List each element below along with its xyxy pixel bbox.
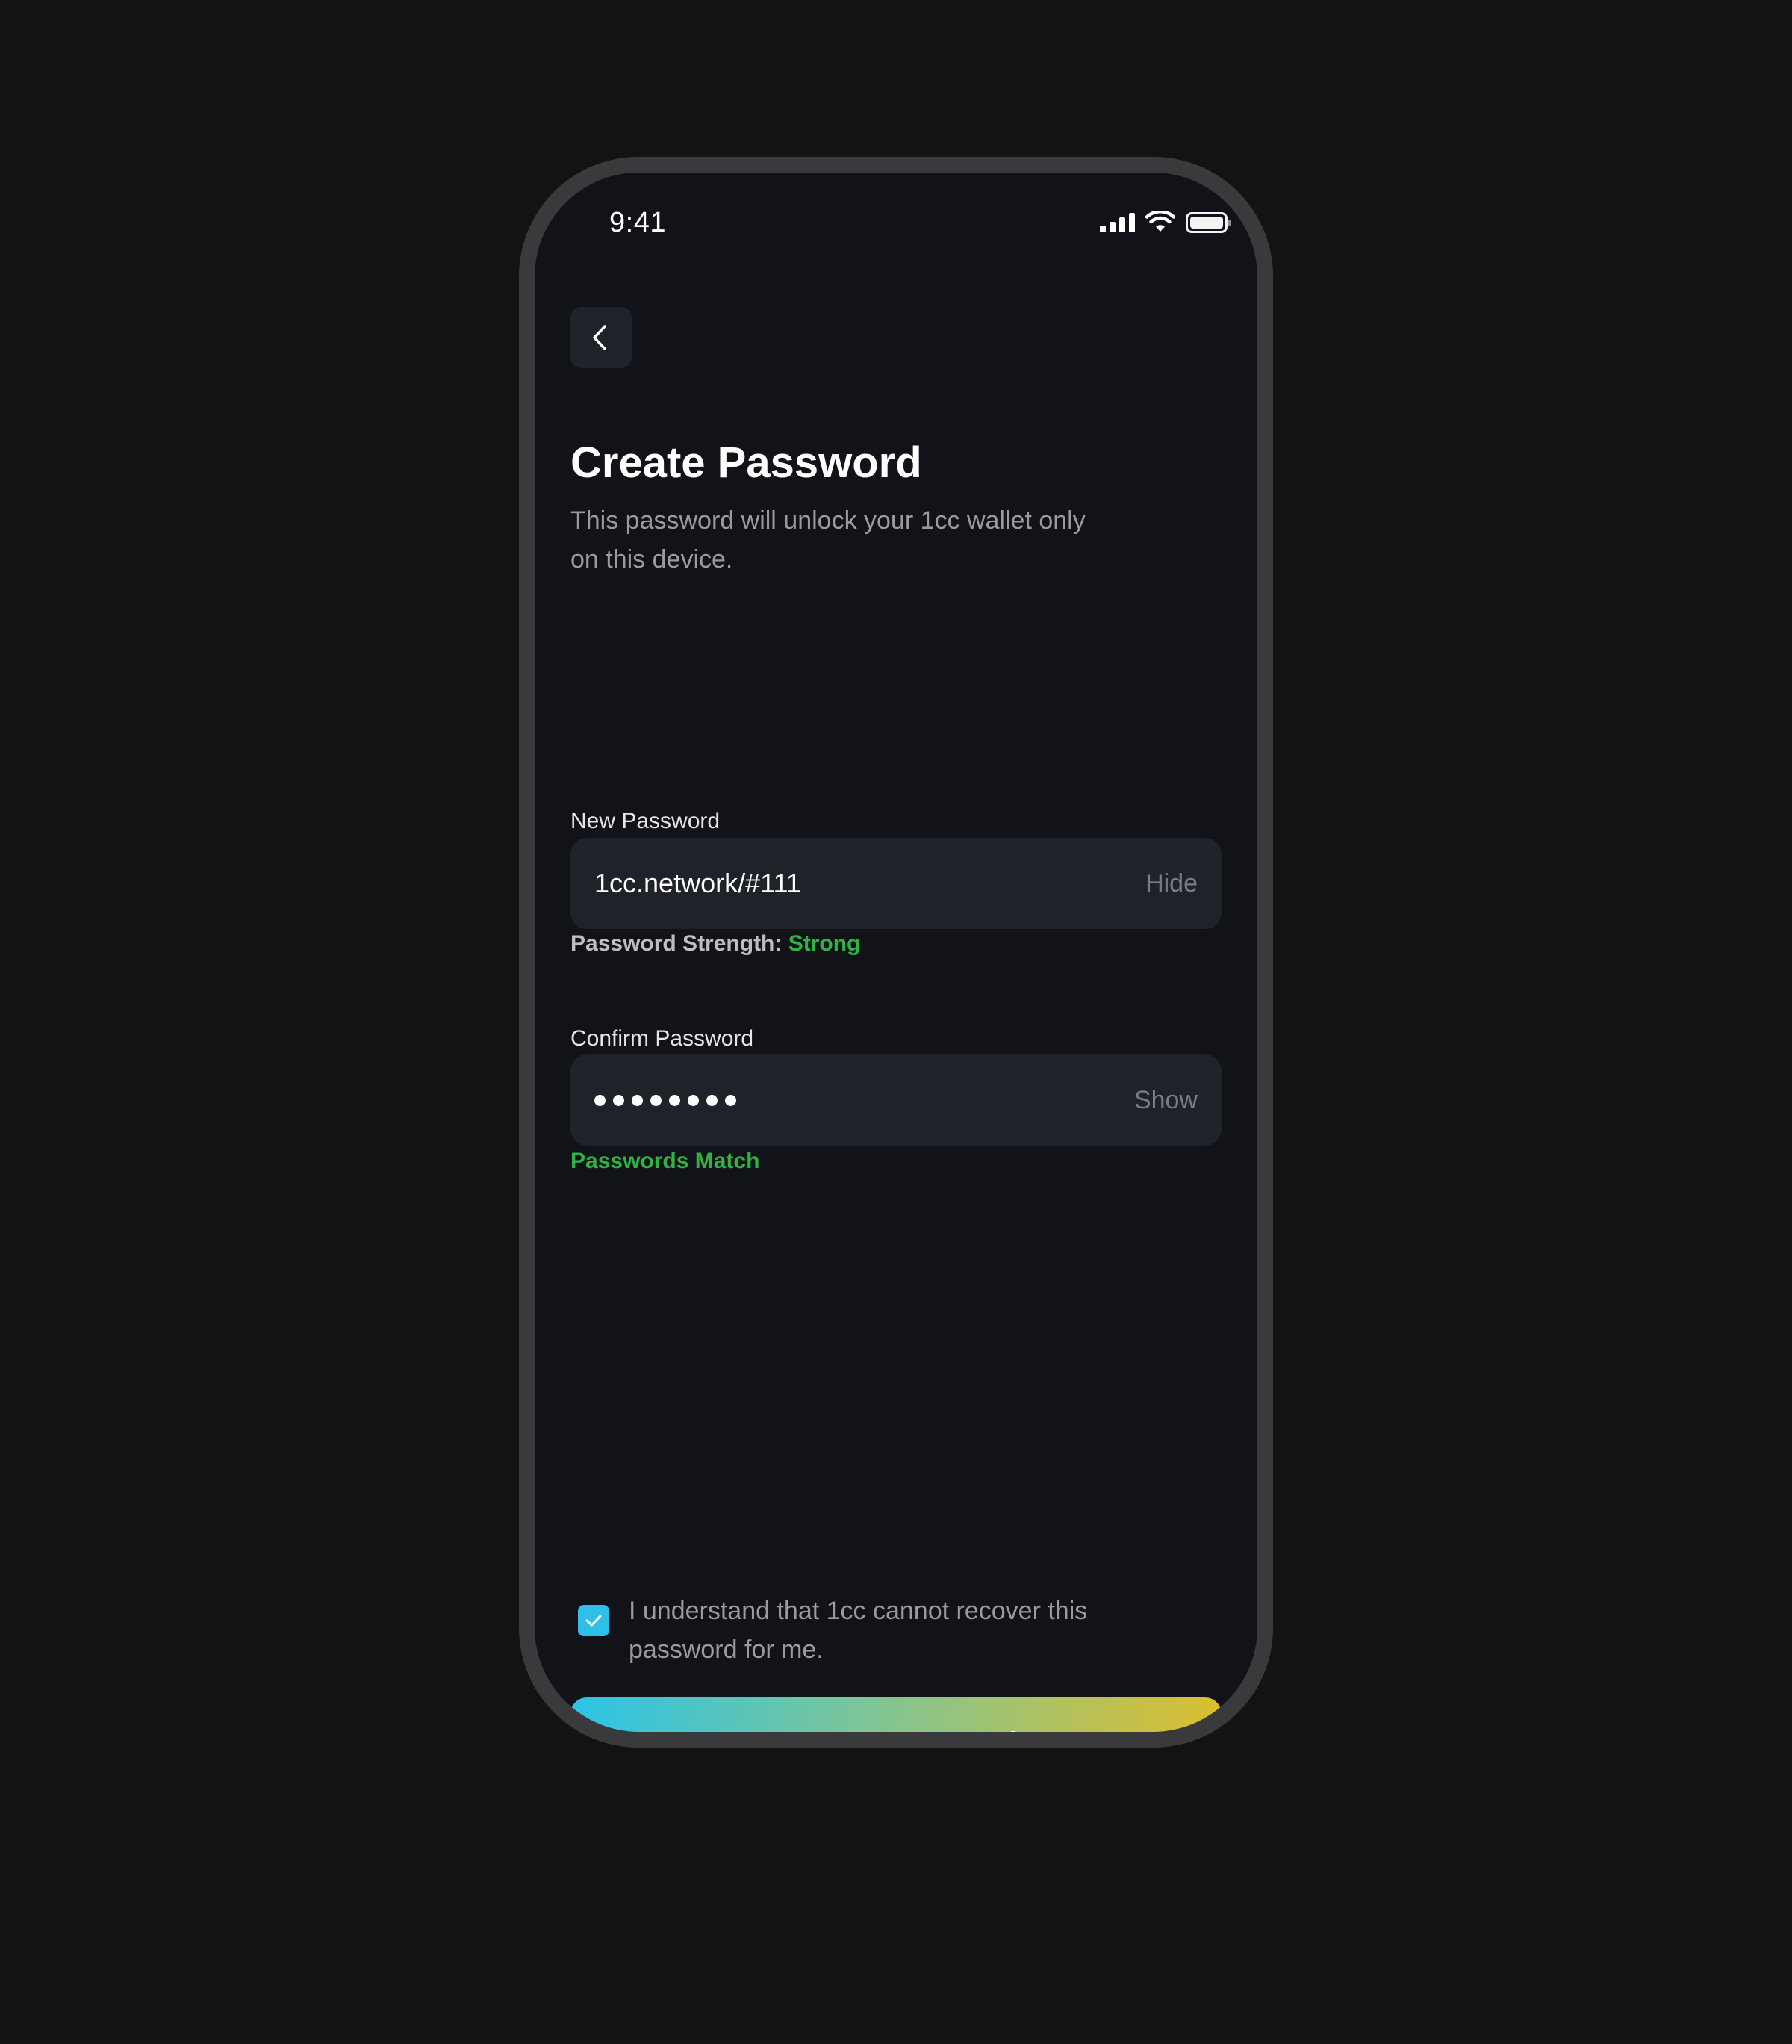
battery-icon xyxy=(1186,212,1231,233)
password-strength-label: Password Strength: xyxy=(570,931,783,956)
new-password-input[interactable]: 1cc.network/#111 xyxy=(594,868,801,899)
password-mask-dot xyxy=(594,1094,606,1106)
password-strength-value: Strong xyxy=(788,931,861,956)
agreement-text: I understand that 1cc cannot recover thi… xyxy=(629,1597,1088,1664)
canvas: 9:41 Create Password This password will … xyxy=(0,0,1792,2044)
confirm-password-label: Confirm Password xyxy=(570,1026,754,1051)
new-password-label: New Password xyxy=(570,809,721,833)
password-mask-dot xyxy=(650,1094,662,1106)
phone-screen: 9:41 Create Password This password will … xyxy=(535,173,1257,1732)
password-mask-dot xyxy=(669,1094,680,1106)
back-button[interactable] xyxy=(570,307,632,368)
new-password-field[interactable]: 1cc.network/#111 Hide xyxy=(570,838,1222,929)
password-mask-dot xyxy=(632,1094,643,1106)
agreement-row: I understand that 1cc cannot recover thi… xyxy=(578,1591,1151,1669)
password-mask-dot xyxy=(706,1094,718,1106)
wifi-icon xyxy=(1145,211,1175,232)
password-mask-dot xyxy=(688,1094,699,1106)
create-password-button[interactable]: Create Password xyxy=(570,1697,1222,1732)
show-password-toggle[interactable]: Show xyxy=(1134,1086,1198,1115)
hide-password-toggle[interactable]: Hide xyxy=(1145,869,1198,898)
cellular-signal-icon xyxy=(1100,213,1135,232)
agreement-checkbox[interactable] xyxy=(578,1605,609,1636)
confirm-password-field[interactable]: Show xyxy=(570,1054,1222,1146)
page-subtitle: This password will unlock your 1cc walle… xyxy=(570,506,1086,574)
password-mask-dot xyxy=(725,1094,736,1106)
status-time: 9:41 xyxy=(609,207,666,238)
password-mask-dot xyxy=(613,1094,624,1106)
passwords-match-message: Passwords Match xyxy=(570,1149,760,1173)
page-title: Create Password xyxy=(570,438,922,487)
phone-frame: 9:41 Create Password This password will … xyxy=(519,157,1273,1748)
password-strength: Password Strength: Strong xyxy=(570,931,860,957)
confirm-password-input[interactable] xyxy=(594,1094,736,1106)
checkmark-icon xyxy=(585,1615,602,1627)
chevron-left-icon xyxy=(593,325,606,350)
status-icons xyxy=(1100,211,1231,234)
